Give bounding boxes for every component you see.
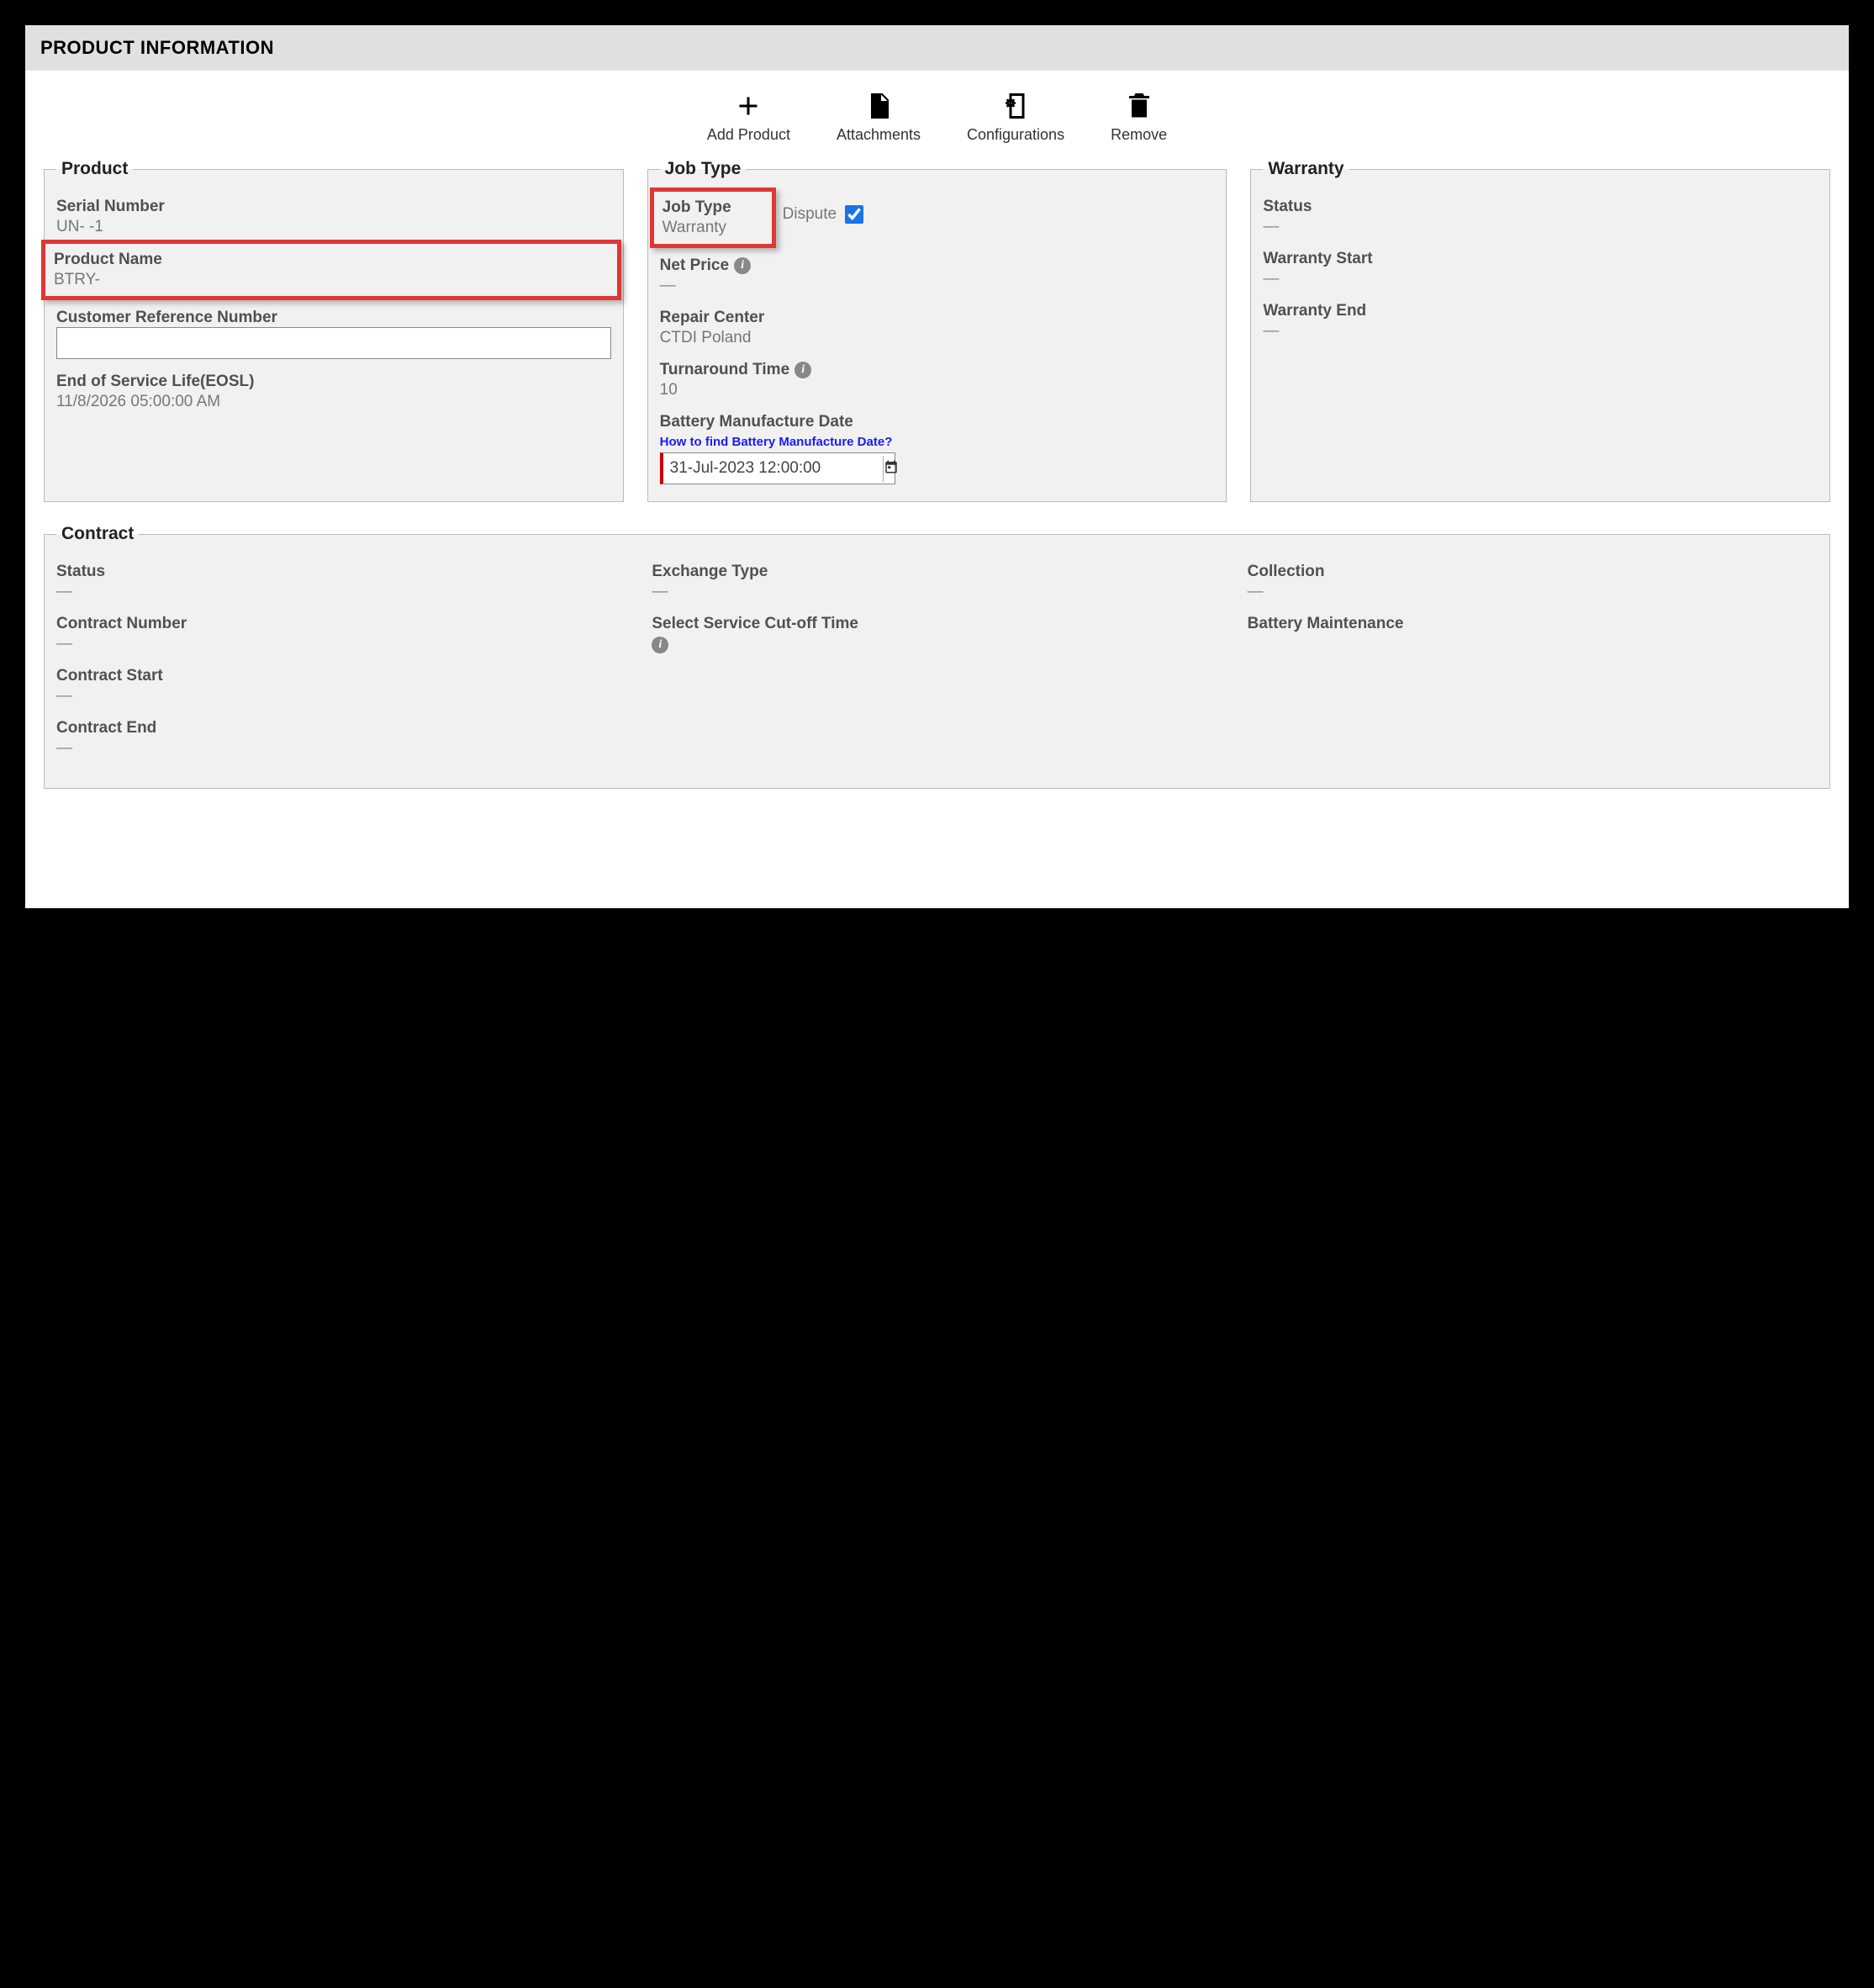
- attachments-label: Attachments: [837, 126, 921, 144]
- configurations-label: Configurations: [967, 126, 1064, 144]
- contract-panel: Contract Status — Contract Number — Cont…: [44, 524, 1830, 789]
- info-icon[interactable]: i: [734, 257, 751, 274]
- info-icon[interactable]: i: [652, 637, 668, 653]
- jobtype-highlight: Job Type Warranty: [650, 188, 776, 248]
- product-panel: Product Serial Number UN- -1 Product Nam…: [44, 159, 624, 502]
- product-name-label: Product Name: [54, 251, 609, 269]
- toolbar: Add Product Attachments Configurations R…: [25, 71, 1849, 159]
- repair-center-value: CTDI Poland: [660, 329, 1215, 347]
- repair-center-label: Repair Center: [660, 309, 1215, 327]
- jobtype-value: Warranty: [662, 219, 763, 237]
- contract-end-value: —: [56, 739, 626, 758]
- battery-maintenance-label: Battery Maintenance: [1248, 615, 1818, 633]
- contract-start-value: —: [56, 687, 626, 706]
- exchange-type-value: —: [652, 583, 1222, 601]
- bmd-date-field[interactable]: [660, 452, 895, 484]
- remove-label: Remove: [1111, 126, 1167, 144]
- jobtype-label: Job Type: [662, 198, 763, 217]
- serial-number-value: UN- -1: [56, 218, 611, 236]
- netprice-value: —: [660, 277, 1215, 295]
- collection-label: Collection: [1248, 563, 1818, 581]
- crn-input[interactable]: [56, 327, 611, 359]
- product-legend: Product: [56, 159, 133, 179]
- crn-label: Customer Reference Number: [56, 309, 611, 327]
- cutoff-label: Select Service Cut-off Time: [652, 615, 1222, 633]
- warranty-start-value: —: [1263, 270, 1818, 288]
- collection-value: —: [1248, 583, 1818, 601]
- info-icon[interactable]: i: [794, 362, 811, 378]
- contract-start-label: Contract Start: [56, 667, 626, 685]
- warranty-panel: Warranty Status — Warranty Start — Warra…: [1250, 159, 1830, 502]
- contract-legend: Contract: [56, 524, 139, 544]
- dispute-control[interactable]: Dispute: [783, 203, 866, 226]
- product-name-highlight: Product Name BTRY-: [41, 240, 621, 300]
- product-name-value: BTRY-: [54, 271, 609, 289]
- section-header: PRODUCT INFORMATION: [25, 25, 1849, 71]
- warranty-start-label: Warranty Start: [1263, 250, 1818, 268]
- netprice-label: Net Price i: [660, 256, 1215, 275]
- eosl-value: 11/8/2026 05:00:00 AM: [56, 393, 611, 411]
- add-product-button[interactable]: Add Product: [707, 91, 790, 144]
- dispute-label: Dispute: [783, 205, 837, 224]
- contract-status-label: Status: [56, 563, 626, 581]
- contract-status-value: —: [56, 583, 626, 601]
- warranty-status-label: Status: [1263, 198, 1818, 216]
- bmd-help-link[interactable]: How to find Battery Manufacture Date?: [660, 435, 1215, 449]
- warranty-end-label: Warranty End: [1263, 302, 1818, 320]
- attachments-button[interactable]: Attachments: [837, 91, 921, 144]
- contract-end-label: Contract End: [56, 719, 626, 738]
- gear-phone-icon: [1000, 91, 1031, 121]
- warranty-status-value: —: [1263, 218, 1818, 236]
- calendar-icon[interactable]: [883, 456, 899, 482]
- warranty-end-value: —: [1263, 322, 1818, 341]
- configurations-button[interactable]: Configurations: [967, 91, 1064, 144]
- plus-icon: [733, 91, 763, 121]
- document-icon: [863, 91, 894, 121]
- eosl-label: End of Service Life(EOSL): [56, 373, 611, 391]
- jobtype-panel: Job Type Job Type Warranty Dispute Net P…: [647, 159, 1227, 502]
- warranty-legend: Warranty: [1263, 159, 1349, 179]
- exchange-type-label: Exchange Type: [652, 563, 1222, 581]
- dispute-checkbox[interactable]: [845, 205, 863, 224]
- bmd-label: Battery Manufacture Date: [660, 413, 1215, 431]
- contract-number-label: Contract Number: [56, 615, 626, 633]
- contract-number-value: —: [56, 635, 626, 653]
- tat-value: 10: [660, 381, 1215, 399]
- trash-icon: [1124, 91, 1154, 121]
- remove-button[interactable]: Remove: [1111, 91, 1167, 144]
- jobtype-legend: Job Type: [660, 159, 747, 179]
- add-product-label: Add Product: [707, 126, 790, 144]
- serial-number-label: Serial Number: [56, 198, 611, 216]
- bmd-date-input[interactable]: [663, 456, 883, 481]
- tat-label: Turnaround Time i: [660, 361, 1215, 379]
